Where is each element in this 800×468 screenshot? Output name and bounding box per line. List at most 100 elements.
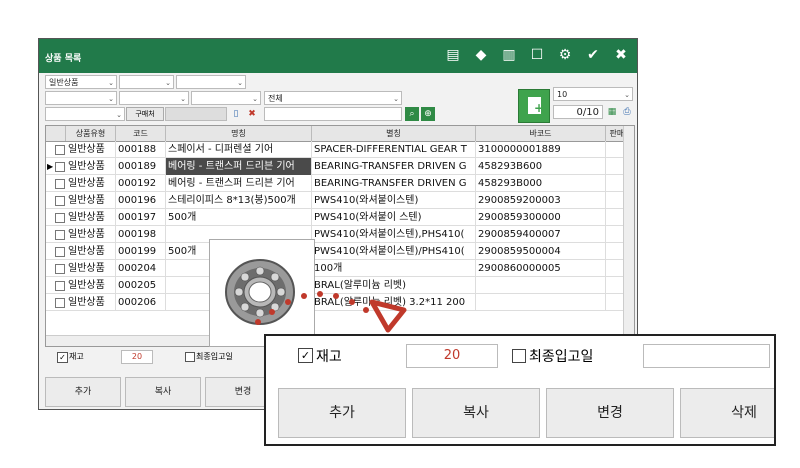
cell-code[interactable]: 000199 (116, 243, 166, 260)
cell-code[interactable]: 000196 (116, 192, 166, 209)
cell-barcode[interactable] (476, 294, 606, 311)
cell-alias[interactable]: PWS410(와셔붙이 스텐) (312, 209, 476, 226)
excel-icon[interactable]: ▦ (605, 105, 619, 119)
edit-icon[interactable]: ☐ (527, 45, 547, 65)
close-icon[interactable]: ✖ (611, 45, 631, 65)
cell-type[interactable]: 일반상품 (66, 141, 116, 158)
table-row[interactable]: 일반상품 000198 PWS410(와셔붙이스텐),PHS410(29008594… (46, 226, 634, 243)
zoom-copy-button[interactable]: 복사 (412, 388, 540, 438)
cell-type[interactable]: 일반상품 (66, 294, 116, 311)
cell-name[interactable]: 베어링 - 트랜스퍼 드리븐 기어 (166, 175, 312, 192)
filter-select-5[interactable]: ⌄ (119, 91, 189, 105)
filter-select-4[interactable]: ⌄ (45, 91, 117, 105)
list-icon[interactable]: ▤ (443, 45, 463, 65)
row-checkbox[interactable] (55, 162, 65, 172)
cell-name[interactable]: 500개 (166, 209, 312, 226)
table-row[interactable]: 일반상품 000204 100개 2900860000005 (46, 260, 634, 277)
page-size-select[interactable]: 10 ⌄ (553, 87, 633, 101)
document-icon[interactable]: ▯ (229, 107, 243, 121)
filter-select-2[interactable]: ⌄ (119, 75, 174, 89)
zoom-edit-button[interactable]: 변경 (546, 388, 674, 438)
settings-icon[interactable]: ⚙ (555, 45, 575, 65)
stock-checkbox[interactable]: ✓ (57, 352, 68, 363)
copy-button[interactable]: 복사 (125, 377, 201, 407)
cell-type[interactable]: 일반상품 (66, 243, 116, 260)
cell-type[interactable]: 일반상품 (66, 260, 116, 277)
zoom-stock-checkbox[interactable]: ✓ (298, 348, 313, 363)
filter-select-7[interactable]: ⌄ (45, 107, 125, 121)
cell-barcode[interactable]: 2900859400007 (476, 226, 606, 243)
table-row[interactable]: 일반상품 000188 스페이서 - 디퍼렌셜 기어 SPACER-DIFFERENT… (46, 141, 634, 158)
filter-select-6[interactable]: ⌄ (191, 91, 261, 105)
zoom-search-icon[interactable]: ⊕ (421, 107, 435, 121)
purchase-field[interactable] (165, 107, 227, 121)
tag-icon[interactable]: ◆ (471, 45, 491, 65)
col-code[interactable]: 코드 (116, 126, 166, 141)
cell-barcode[interactable]: 2900860000005 (476, 260, 606, 277)
row-checkbox[interactable] (55, 145, 65, 155)
cell-type[interactable]: 일반상품 (66, 192, 116, 209)
clear-icon[interactable]: ✖ (245, 107, 259, 121)
cell-type[interactable]: 일반상품 (66, 277, 116, 294)
row-checkbox[interactable] (55, 230, 65, 240)
cell-barcode[interactable]: 3100000001889 (476, 141, 606, 158)
cell-code[interactable]: 000188 (116, 141, 166, 158)
barcode-icon[interactable]: ▥ (499, 45, 519, 65)
cell-code[interactable]: 000197 (116, 209, 166, 226)
col-type[interactable]: 상품유형 (66, 126, 116, 141)
row-checkbox[interactable] (55, 196, 65, 206)
cell-name[interactable]: 스페이서 - 디퍼렌셜 기어 (166, 141, 312, 158)
cell-code[interactable]: 000192 (116, 175, 166, 192)
col-name[interactable]: 명칭 (166, 126, 312, 141)
cell-alias[interactable]: BEARING-TRANSFER DRIVEN G (312, 175, 476, 192)
cell-code[interactable]: 000206 (116, 294, 166, 311)
row-checkbox[interactable] (55, 298, 65, 308)
cell-alias[interactable]: BEARING-TRANSFER DRIVEN G (312, 158, 476, 175)
add-item-button[interactable]: + (518, 89, 550, 123)
zoom-stock-input[interactable]: 20 (406, 344, 498, 368)
row-checkbox[interactable] (55, 179, 65, 189)
stock-input[interactable]: 20 (121, 350, 153, 364)
cell-name[interactable]: 스테리이피스 8*13(봉)500개 (166, 192, 312, 209)
cell-type[interactable]: 일반상품 (66, 209, 116, 226)
cell-alias[interactable]: SPACER-DIFFERENTIAL GEAR T (312, 141, 476, 158)
table-row[interactable]: 일반상품 000199 500개 PWS410(와셔붙이스텐)/PHS410(2900… (46, 243, 634, 260)
search-input[interactable] (264, 107, 402, 121)
purchase-button[interactable]: 구매처 (126, 107, 164, 121)
cell-code[interactable]: 000198 (116, 226, 166, 243)
cell-type[interactable]: 일반상품 (66, 158, 116, 175)
table-row[interactable]: 일반상품 000196 스테리이피스 8*13(봉)500개 PWS410(와셔붙이스… (46, 192, 634, 209)
table-row[interactable]: 일반상품 000197 500개 PWS410(와셔붙이 스텐) 29008593000… (46, 209, 634, 226)
col-barcode[interactable]: 바코드 (476, 126, 606, 141)
cell-code[interactable]: 000205 (116, 277, 166, 294)
zoom-last-in-checkbox[interactable] (512, 349, 526, 363)
zoom-add-button[interactable]: 추가 (278, 388, 406, 438)
add-button[interactable]: 추가 (45, 377, 121, 407)
zoom-last-in-date[interactable] (643, 344, 770, 368)
cell-barcode[interactable]: 2900859300000 (476, 209, 606, 226)
cell-code[interactable]: 000189 (116, 158, 166, 175)
row-checkbox[interactable] (55, 213, 65, 223)
print-icon[interactable]: ⎙ (620, 105, 634, 119)
cell-name[interactable]: 베어링 - 트랜스퍼 드리븐 기어 (166, 158, 312, 175)
cell-type[interactable]: 일반상품 (66, 226, 116, 243)
cell-alias[interactable]: PWS410(와셔붙이스텐) (312, 192, 476, 209)
cell-barcode[interactable]: 2900859200003 (476, 192, 606, 209)
cell-type[interactable]: 일반상품 (66, 175, 116, 192)
cell-alias[interactable]: PWS410(와셔붙이스텐)/PHS410( (312, 243, 476, 260)
cell-barcode[interactable]: 2900859500004 (476, 243, 606, 260)
row-checkbox[interactable] (55, 247, 65, 257)
vertical-scrollbar[interactable] (623, 126, 634, 346)
filter-select-3[interactable]: ⌄ (176, 75, 246, 89)
cell-alias[interactable]: PWS410(와셔붙이스텐),PHS410( (312, 226, 476, 243)
table-row[interactable]: ▶ 일반상품 000189 베어링 - 트랜스퍼 드리븐 기어 BEARING-TRAN… (46, 158, 634, 175)
table-row[interactable]: 일반상품 000192 베어링 - 트랜스퍼 드리븐 기어 BEARING-TRANS… (46, 175, 634, 192)
search-icon[interactable]: ⌕ (405, 107, 419, 121)
category-select[interactable]: 일반상품 ⌄ (45, 75, 117, 89)
row-checkbox[interactable] (55, 281, 65, 291)
zoom-delete-button[interactable]: 삭제 (680, 388, 774, 438)
check-icon[interactable]: ✔ (583, 45, 603, 65)
cell-code[interactable]: 000204 (116, 260, 166, 277)
cell-barcode[interactable]: 458293B000 (476, 175, 606, 192)
row-checkbox[interactable] (55, 264, 65, 274)
